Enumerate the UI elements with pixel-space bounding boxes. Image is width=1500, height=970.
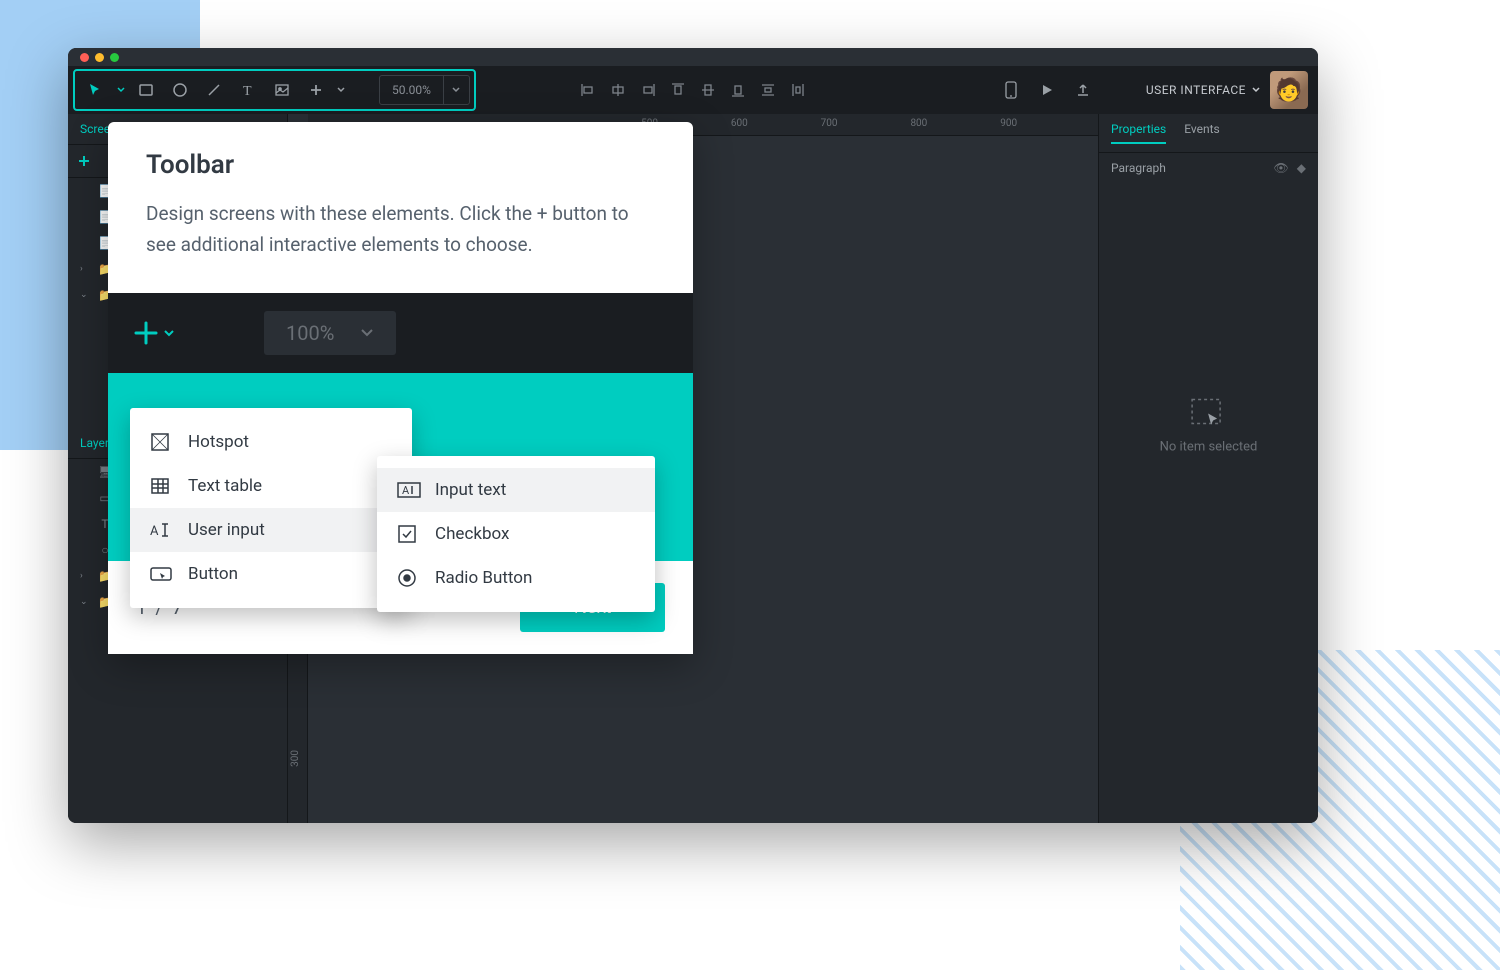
- line-tool-icon[interactable]: [197, 73, 231, 107]
- caret-right-icon: ›: [80, 264, 90, 274]
- align-middle-v-icon[interactable]: [694, 76, 722, 104]
- submenu-item-input-text[interactable]: A Input text: [377, 468, 655, 512]
- play-icon[interactable]: [1034, 77, 1060, 103]
- svg-text:T: T: [243, 84, 252, 98]
- dropdown-item-button[interactable]: Button: [130, 552, 412, 596]
- add-screen-icon[interactable]: [72, 149, 96, 173]
- distribute-v-icon[interactable]: [754, 76, 782, 104]
- align-right-icon[interactable]: [634, 76, 662, 104]
- window-titlebar: [68, 48, 1318, 66]
- properties-row: Paragraph 👁 ◆: [1099, 153, 1318, 183]
- add-element-button[interactable]: [132, 319, 174, 347]
- ruler-tick-label: 800: [910, 118, 927, 129]
- properties-paragraph-label: Paragraph: [1111, 161, 1166, 175]
- demo-zoom-dropdown[interactable]: 100%: [264, 311, 396, 355]
- submenu-item-radio-button[interactable]: Radio Button: [377, 556, 655, 600]
- align-center-h-icon[interactable]: [604, 76, 632, 104]
- window-maximize-icon[interactable]: [110, 53, 119, 62]
- tooltip-title: Toolbar: [146, 150, 655, 180]
- ruler-tick-label: 700: [821, 118, 838, 129]
- pointer-tool-icon[interactable]: [79, 73, 113, 107]
- demo-zoom-value: 100%: [286, 321, 334, 345]
- ruler-tick-label: 600: [731, 118, 748, 129]
- input-icon: A: [150, 522, 172, 538]
- window-minimize-icon[interactable]: [95, 53, 104, 62]
- dropdown-item-label: Button: [188, 564, 238, 584]
- chevron-down-icon[interactable]: [333, 73, 349, 107]
- distribute-h-icon[interactable]: [784, 76, 812, 104]
- main-toolbar: T 50.00%: [68, 66, 1318, 114]
- chevron-down-icon: [443, 76, 469, 104]
- toolbar-highlighted-group: T 50.00%: [73, 69, 476, 111]
- svg-text:A: A: [402, 484, 410, 497]
- align-top-icon[interactable]: [664, 76, 692, 104]
- add-element-dropdown: Hotspot Text table A User input Button: [130, 408, 412, 608]
- ruler-tick-label: 300: [290, 750, 301, 767]
- hotspot-icon: [150, 432, 172, 452]
- dropdown-item-label: Hotspot: [188, 432, 249, 452]
- caret-down-icon: ⌄: [80, 290, 90, 300]
- svg-text:A: A: [150, 524, 159, 538]
- chevron-down-icon: [360, 328, 374, 338]
- right-panel: Properties Events Paragraph 👁 ◆ No item …: [1098, 114, 1318, 823]
- input-text-icon: A: [397, 481, 419, 499]
- align-bottom-icon[interactable]: [724, 76, 752, 104]
- upload-icon[interactable]: [1070, 77, 1096, 103]
- toolbar-right-group: USER INTERFACE 🧑: [998, 71, 1308, 109]
- user-input-submenu: A Input text Checkbox Radio Button: [377, 456, 655, 612]
- image-tool-icon[interactable]: [265, 73, 299, 107]
- zoom-level-value: 50.00%: [380, 83, 443, 97]
- zoom-level-dropdown[interactable]: 50.00%: [379, 75, 470, 105]
- checkbox-icon: [397, 524, 419, 544]
- no-selection-text: No item selected: [1160, 439, 1258, 454]
- tab-properties[interactable]: Properties: [1111, 122, 1166, 144]
- user-avatar[interactable]: 🧑: [1270, 71, 1308, 109]
- right-panel-tabs: Properties Events: [1099, 114, 1318, 153]
- alignment-tools: [574, 76, 812, 104]
- project-dropdown[interactable]: USER INTERFACE: [1146, 83, 1260, 97]
- chevron-down-icon[interactable]: [113, 73, 129, 107]
- radio-icon: [397, 568, 419, 588]
- dropdown-item-user-input[interactable]: A User input: [130, 508, 412, 552]
- submenu-item-label: Input text: [435, 480, 506, 500]
- lock-icon[interactable]: ◆: [1297, 161, 1306, 175]
- submenu-item-label: Checkbox: [435, 524, 509, 544]
- submenu-item-label: Radio Button: [435, 568, 532, 588]
- chevron-down-icon: [164, 329, 174, 337]
- rectangle-tool-icon[interactable]: [129, 73, 163, 107]
- ruler-tick-label: 900: [1000, 118, 1017, 129]
- no-selection-placeholder: No item selected: [1160, 397, 1258, 454]
- visibility-icon[interactable]: 👁: [1274, 161, 1289, 175]
- project-dropdown-label: USER INTERFACE: [1146, 83, 1246, 97]
- window-close-icon[interactable]: [80, 53, 89, 62]
- dropdown-item-label: User input: [188, 520, 265, 540]
- device-preview-icon[interactable]: [998, 77, 1024, 103]
- caret-down-icon: ⌄: [80, 597, 90, 607]
- tab-events[interactable]: Events: [1184, 122, 1220, 144]
- caret-right-icon: ›: [80, 571, 90, 581]
- tooltip-demo-toolbar: 100%: [108, 293, 693, 373]
- tooltip-body: Design screens with these elements. Clic…: [146, 198, 655, 261]
- text-tool-icon[interactable]: T: [231, 73, 265, 107]
- tooltip-text-section: Toolbar Design screens with these elemen…: [108, 122, 693, 293]
- plus-tool-icon[interactable]: [299, 73, 333, 107]
- circle-tool-icon[interactable]: [163, 73, 197, 107]
- align-left-icon[interactable]: [574, 76, 602, 104]
- dropdown-item-hotspot[interactable]: Hotspot: [130, 420, 412, 464]
- dropdown-item-label: Text table: [188, 476, 262, 496]
- chevron-down-icon: [1252, 87, 1260, 93]
- table-icon: [150, 476, 172, 496]
- dropdown-item-text-table[interactable]: Text table: [130, 464, 412, 508]
- submenu-item-checkbox[interactable]: Checkbox: [377, 512, 655, 556]
- button-icon: [150, 565, 172, 583]
